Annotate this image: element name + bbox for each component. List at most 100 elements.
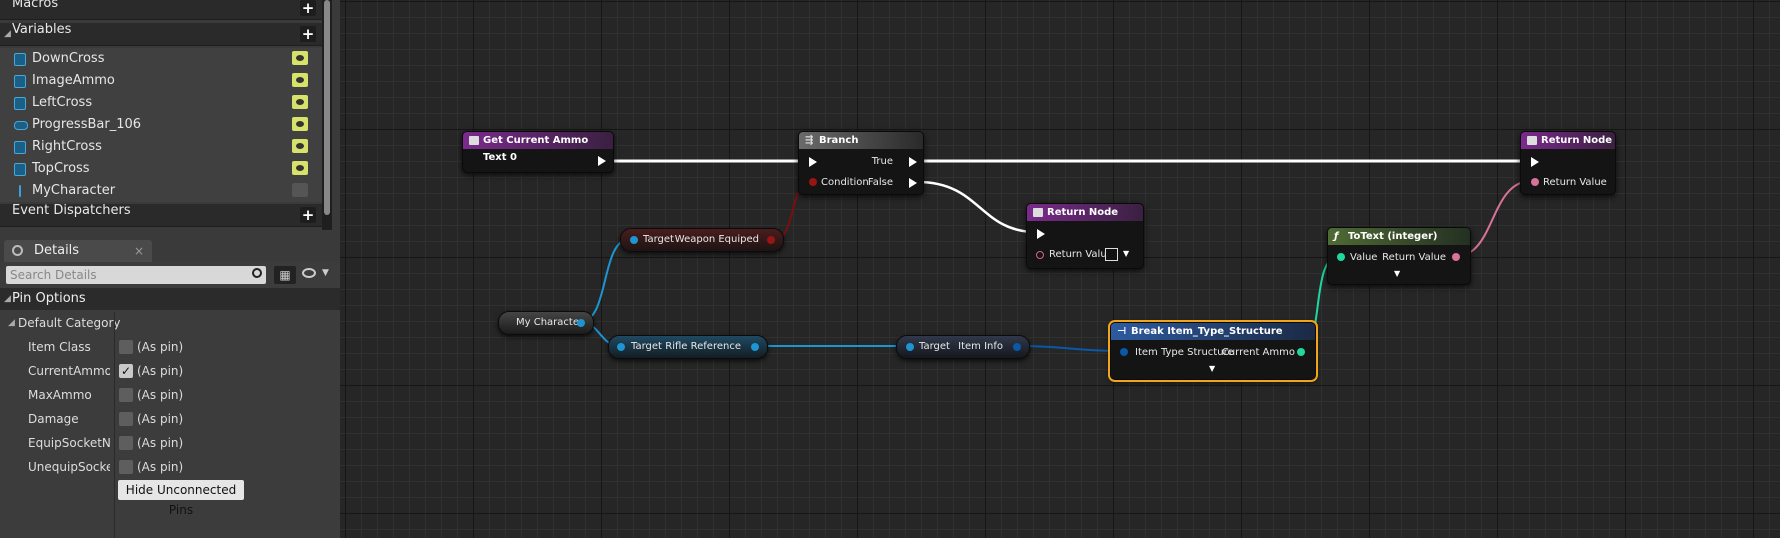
condition-pin-icon[interactable] <box>809 178 817 186</box>
my-character-pin-icon[interactable] <box>577 319 585 327</box>
exec-false-pin-icon[interactable] <box>909 178 917 188</box>
target-pin-icon[interactable] <box>630 236 638 244</box>
view-options-eye-icon[interactable] <box>302 268 316 278</box>
default-category-header[interactable]: ◢ Default Category <box>0 312 340 334</box>
collapse-arrow-icon[interactable]: ◢ <box>8 312 15 334</box>
return-value-pin-icon[interactable] <box>1531 178 1539 186</box>
visibility-eye-icon[interactable] <box>292 139 308 153</box>
function-entry-node[interactable]: Get Current Ammo Text 0 <box>462 131 614 173</box>
collapse-arrow-icon[interactable]: ◢ <box>4 23 11 45</box>
return-value-pin-icon[interactable] <box>1036 251 1044 259</box>
visibility-eye-icon[interactable] <box>292 73 308 87</box>
target-pin-icon[interactable] <box>906 343 914 351</box>
totext-integer-node[interactable]: ƒ ToText (integer) Value Return Value ▼ <box>1327 227 1471 285</box>
exec-in-pin-icon[interactable] <box>1037 229 1045 239</box>
value-pin-icon[interactable] <box>1337 253 1345 261</box>
my-character-getter-node[interactable]: My Character <box>498 311 594 335</box>
my-blueprint-panel: Macros + ◢ Variables + DownCross ImageAm… <box>0 0 340 538</box>
pin-name: MaxAmmo <box>28 388 92 402</box>
details-magnifier-icon <box>12 245 23 256</box>
collapse-arrow-icon[interactable]: ◢ <box>4 288 11 310</box>
visibility-eye-icon[interactable] <box>292 161 308 175</box>
blueprint-graph-canvas[interactable] <box>340 0 1780 538</box>
item-info-pin-icon[interactable] <box>1013 343 1021 351</box>
node-header[interactable]: ƒ ToText (integer) <box>1328 228 1470 245</box>
item-type-structure-pin-icon[interactable] <box>1120 348 1128 356</box>
visibility-eye-icon[interactable] <box>292 117 308 131</box>
widget-var-icon <box>14 75 26 88</box>
as-pin-checkbox[interactable] <box>119 436 133 450</box>
variable-item-rightcross[interactable]: RightCross <box>0 136 322 158</box>
node-header[interactable]: ⊣ Break Item_Type_Structure <box>1111 323 1315 340</box>
pin-value: (As pin) <box>137 412 184 426</box>
search-placeholder: Search Details <box>10 268 97 282</box>
current-ammo-pin-icon[interactable] <box>1297 348 1305 356</box>
pin-value: (As pin) <box>137 460 184 474</box>
variable-item-progressbar[interactable]: ProgressBar_106 <box>0 114 322 136</box>
variable-item-leftcross[interactable]: LeftCross <box>0 92 322 114</box>
node-header[interactable]: Return Node <box>1521 132 1615 149</box>
variable-item-imageammo[interactable]: ImageAmmo <box>0 70 322 92</box>
close-icon[interactable]: × <box>134 240 144 262</box>
exec-in-pin-icon[interactable] <box>809 157 817 167</box>
item-info-getter-node[interactable]: Target Item Info <box>896 335 1030 359</box>
macros-section-header[interactable]: Macros + <box>0 0 322 20</box>
rifle-reference-pin-icon[interactable] <box>751 343 759 351</box>
as-pin-checkbox[interactable] <box>119 460 133 474</box>
property-matrix-icon[interactable]: ▦ <box>274 266 296 284</box>
add-event-dispatcher-button[interactable]: + <box>300 207 316 223</box>
search-details-input[interactable]: Search Details <box>6 266 266 284</box>
return-node-true[interactable]: Return Node Return Value <box>1520 131 1616 195</box>
exec-true-pin-icon[interactable] <box>909 157 917 167</box>
chevron-down-icon[interactable]: ▼ <box>1394 269 1400 278</box>
exec-in-pin-icon[interactable] <box>1531 157 1539 167</box>
add-macro-button[interactable]: + <box>300 0 316 16</box>
weapon-equiped-getter-node[interactable]: Target Weapon Equiped <box>620 228 784 252</box>
branch-icon: ⇶ <box>805 135 814 146</box>
function-f-icon: ƒ <box>1334 231 1339 242</box>
variable-name: DownCross <box>32 51 105 66</box>
variable-item-topcross[interactable]: TopCross <box>0 158 322 180</box>
weapon-equiped-pin-icon[interactable] <box>767 236 775 244</box>
node-header[interactable]: Return Node <box>1027 204 1143 221</box>
add-variable-button[interactable]: + <box>300 26 316 42</box>
variable-name: RightCross <box>32 139 102 154</box>
target-pin-icon[interactable] <box>617 343 625 351</box>
branch-node[interactable]: ⇶ Branch True Condition False <box>798 131 924 195</box>
break-item-type-structure-node[interactable]: ⊣ Break Item_Type_Structure Item Type Str… <box>1110 322 1316 380</box>
pin-options-label: Pin Options <box>12 291 86 306</box>
rifle-reference-getter-node[interactable]: Target Rifle Reference <box>608 335 768 359</box>
tab-details[interactable]: Details × <box>4 240 152 262</box>
as-pin-checkbox[interactable] <box>119 340 133 354</box>
pin-row-unequip-socket-name: UnequipSocketName (As pin) <box>0 455 340 479</box>
as-pin-checkbox[interactable]: ✓ <box>119 364 133 378</box>
pin-name: Damage <box>28 412 79 426</box>
return-value-pin-icon[interactable] <box>1452 253 1460 261</box>
value-label: Value <box>1350 252 1378 263</box>
visibility-eye-icon[interactable] <box>292 95 308 109</box>
visibility-eye-icon[interactable] <box>292 183 308 197</box>
variable-item-downcross[interactable]: DownCross <box>0 48 322 70</box>
node-title: ToText (integer) <box>1348 231 1438 242</box>
as-pin-checkbox[interactable] <box>119 412 133 426</box>
chevron-down-icon[interactable]: ▼ <box>322 268 329 278</box>
variable-item-mycharacter[interactable]: MyCharacter <box>0 180 322 202</box>
text-value-box[interactable] <box>1105 248 1118 261</box>
search-icon[interactable] <box>252 268 262 278</box>
variables-scrollbar[interactable] <box>322 0 332 230</box>
target-label: Target <box>631 341 662 352</box>
exec-out-pin-icon[interactable] <box>598 156 606 166</box>
pin-options-header[interactable]: ◢ Pin Options <box>0 288 340 310</box>
node-header[interactable]: ⇶ Branch <box>799 132 923 149</box>
variables-section-header[interactable]: ◢ Variables + <box>0 23 322 46</box>
as-pin-checkbox[interactable] <box>119 388 133 402</box>
hide-unconnected-pins-button[interactable]: Hide Unconnected Pins <box>118 480 244 517</box>
scrollbar-thumb[interactable] <box>324 0 330 215</box>
chevron-down-icon[interactable]: ▼ <box>1209 364 1215 373</box>
node-header[interactable]: Get Current Ammo Text 0 <box>463 132 613 163</box>
event-dispatchers-section-header[interactable]: Event Dispatchers + <box>0 204 322 227</box>
return-node-false[interactable]: Return Node Return Value ▼ <box>1026 203 1144 269</box>
details-panel: Search Details ▦ ▼ ◢ Pin Options ◢ Defau… <box>0 262 340 538</box>
chevron-down-icon[interactable]: ▼ <box>1123 249 1129 258</box>
visibility-eye-icon[interactable] <box>292 51 308 65</box>
